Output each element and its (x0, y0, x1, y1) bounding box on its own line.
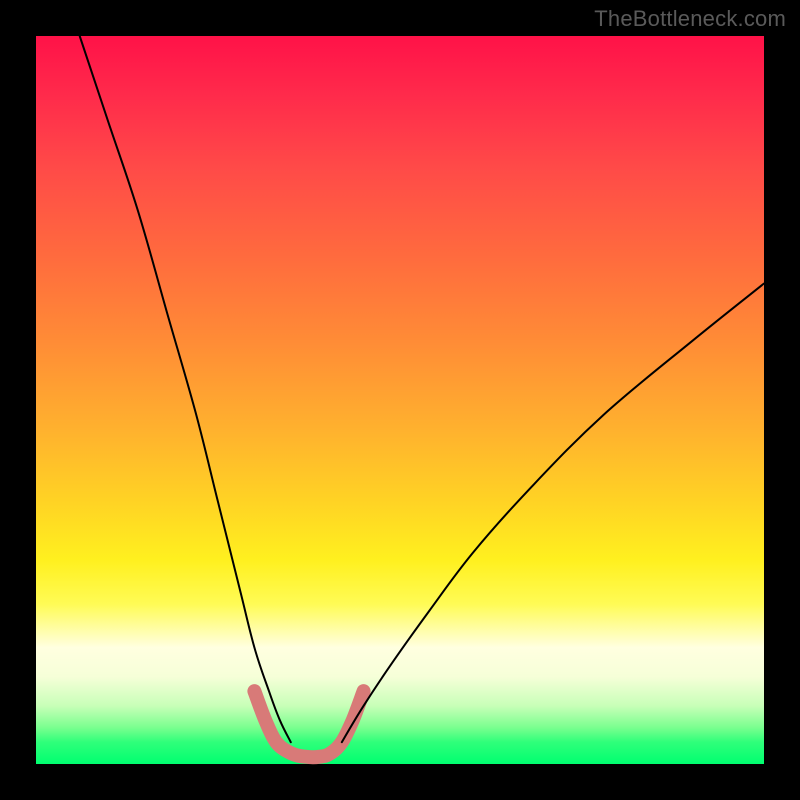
chart-stage: TheBottleneck.com (0, 0, 800, 800)
plot-area (36, 36, 764, 764)
watermark-text: TheBottleneck.com (594, 6, 786, 32)
curve-svg (36, 36, 764, 764)
curve-right-arm (342, 284, 764, 743)
curve-left-arm (80, 36, 291, 742)
trough-highlight (254, 691, 363, 757)
